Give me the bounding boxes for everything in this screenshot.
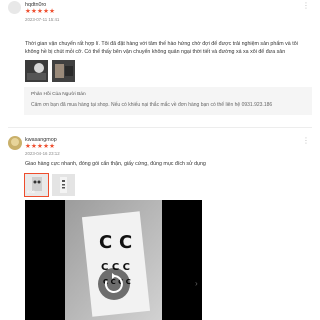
video-duration: 0:06 [27, 189, 35, 194]
avatar[interactable] [8, 136, 22, 150]
review-divider [8, 127, 312, 128]
rating-stars: ★★★★★ [25, 143, 56, 150]
review-photo-thumbnail[interactable] [52, 174, 75, 196]
more-vertical-icon[interactable]: ⋮ [302, 137, 310, 145]
seller-reply-text: Cảm ơn bạn đã mua hàng tại shop. Nếu có … [31, 102, 273, 108]
replay-button[interactable] [98, 268, 130, 300]
review-text: Giao hàng cực nhanh, đóng gói cẩn thận, … [25, 161, 206, 167]
rating-stars: ★★★★★ [25, 8, 56, 15]
photo-image [25, 60, 48, 82]
review-video-player[interactable]: C C C C C C C C C › [25, 200, 202, 320]
review-timestamp: 2023-04-16 23:12 [25, 151, 60, 156]
chevron-right-icon[interactable]: › [195, 280, 198, 288]
review-photo-thumbnail[interactable] [52, 60, 75, 82]
photo-image [52, 174, 75, 196]
more-vertical-icon[interactable]: ⋮ [302, 2, 310, 10]
review-video-thumbnail[interactable]: 0:06 [24, 173, 49, 197]
review-text: Thời gian vận chuyển rất hợp lí. Tôi đã … [25, 41, 298, 55]
replay-icon [104, 273, 123, 293]
photo-image [52, 60, 75, 82]
svg-text:C: C [119, 232, 132, 253]
svg-text:C: C [99, 232, 112, 253]
review-timestamp: 2023-07-11 15:41 [25, 17, 60, 22]
seller-reply: Phản Hồi Của Người Bán Cảm ơn bạn đã mua… [24, 87, 312, 115]
review-photo-thumbnail[interactable] [25, 60, 48, 82]
video-frame: C C C C C C C C C [65, 200, 162, 320]
avatar[interactable] [8, 1, 21, 14]
seller-reply-title: Phản Hồi Của Người Bán [31, 92, 86, 97]
